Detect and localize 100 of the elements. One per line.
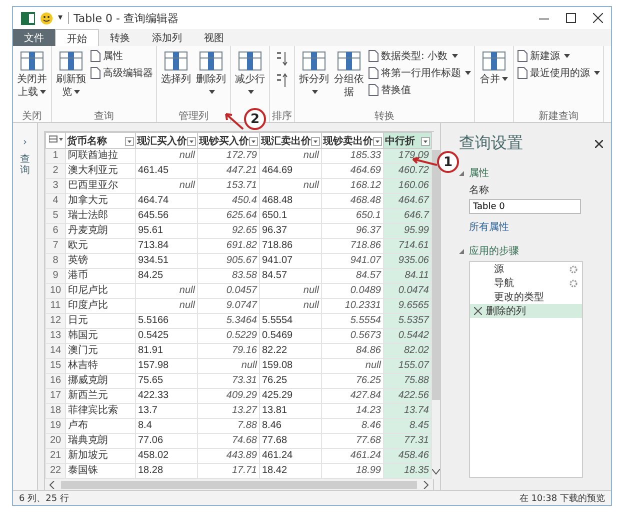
table-cell: 645.56 [136,208,198,224]
table-cell: 5.3464 [198,314,260,328]
step-item[interactable]: 导航 [470,276,582,290]
caret-icon [312,90,318,94]
filter-dropdown-icon[interactable] [125,136,134,146]
table-cell: 13.27 [198,404,260,418]
row-number: 9 [46,268,66,284]
table-cell: 96.37 [322,224,384,238]
table-cell: 5.5554 [322,314,384,328]
all-properties-link[interactable]: 所有属性 [469,220,603,234]
delete-icon[interactable] [474,307,482,315]
pane-title: 查询设置 [459,133,523,154]
table-cell: 713.84 [136,238,198,254]
maximize-icon[interactable] [566,13,576,23]
column-header[interactable]: 货币名称 [66,132,136,148]
table-cell: 9.0747 [198,298,260,314]
scroll-right-icon[interactable] [423,480,429,488]
table-column-icon [302,50,326,72]
ribbon-button[interactable]: 选择列 [159,49,193,88]
scroll-left-icon[interactable] [49,480,55,488]
filter-dropdown-icon[interactable] [421,136,430,146]
ribbon-button[interactable]: 属性 [89,49,154,63]
table-cell: 464.74 [136,194,198,208]
table-cell: 691.82 [198,238,260,254]
table-cell: 84.25 [136,268,198,284]
ribbon-button[interactable]: 分组依据 [332,49,366,100]
table-cell: 155.07 [384,358,432,374]
column-header[interactable]: 中行折 [384,132,432,148]
window-title: Table 0 - 查询编辑器 [74,10,178,26]
column-header[interactable]: 现汇卖出价 [260,132,322,148]
filter-dropdown-icon[interactable] [311,136,320,146]
filter-dropdown-icon[interactable] [187,136,196,146]
ribbon-tab[interactable]: 转换 [99,29,141,46]
row-number: 21 [46,448,66,464]
table-cell: 409.29 [198,388,260,404]
ribbon-button[interactable]: 减少行 [233,49,267,100]
row-number: 17 [46,388,66,404]
queries-pane[interactable]: › 查询 [13,123,38,490]
row-number: 12 [46,314,66,328]
row-number: 4 [46,194,66,208]
table-cell: 447.21 [198,164,260,178]
quick-access-caret[interactable]: ▾ [58,13,63,23]
table-cell: 10.2331 [322,298,384,314]
close-icon[interactable] [593,13,603,23]
table-cell: null [136,298,198,314]
ribbon-button[interactable]: 将第一行用作标题 [367,66,472,80]
ribbon-button[interactable]: 刷新预览 [54,49,88,100]
row-number: 13 [46,328,66,344]
step-item[interactable]: 更改的类型 [470,290,582,304]
ribbon-tab[interactable]: 开始 [55,29,99,46]
ribbon-button[interactable]: 合并 [477,49,511,88]
step-item[interactable]: 源 [470,262,582,276]
ribbon-tab[interactable]: 视图 [193,29,235,46]
filter-dropdown-icon[interactable] [373,136,382,146]
ribbon-tab[interactable]: 文件 [13,29,55,46]
table-cell: 挪威克朗 [66,374,136,388]
table-cell: null [198,358,260,374]
table-column-icon [20,50,44,72]
table-cell: 153.71 [198,178,260,194]
document-icon [90,67,101,79]
ribbon-button[interactable]: 新建源 [516,49,601,63]
table-cell: 650.1 [322,208,384,224]
ribbon-button[interactable]: 删除列 [194,49,228,100]
name-field[interactable]: Table 0 [469,199,581,214]
sort-descending-icon[interactable] [276,73,288,89]
table-cell: 澳门元 [66,344,136,358]
table-cell: 468.48 [260,194,322,208]
table-cell: 卢布 [66,418,136,434]
table-cell: 0.5229 [198,328,260,344]
smiley-icon[interactable] [40,12,53,24]
section-heading: 属性 [469,166,489,180]
row-number: 14 [46,344,66,358]
column-header[interactable]: 现钞卖出价 [322,132,384,148]
row-number: 18 [46,404,66,418]
ribbon-button[interactable]: 关闭并上载 [15,49,49,100]
scroll-down-icon[interactable] [432,469,440,475]
step-item[interactable]: 删除的列 [470,304,582,318]
table-cell: 印尼卢比 [66,284,136,298]
table-cell: 9.6565 [384,298,432,314]
filter-dropdown-icon[interactable] [249,136,258,146]
ribbon-button[interactable]: 高级编辑器 [89,66,154,80]
ribbon-tab[interactable]: 添加列 [141,29,193,46]
sort-ascending-icon[interactable] [276,51,288,67]
horizontal-scrollbar[interactable] [45,479,433,490]
table-menu-icon[interactable] [48,135,62,143]
ribbon-button[interactable]: 拆分列 [297,49,331,100]
table-cell: 丹麦克朗 [66,224,136,238]
ribbon-button[interactable]: 替换值 [367,83,472,97]
ribbon-button[interactable]: 数据类型: 小数 [367,49,472,63]
group-label: 转换 [374,110,396,122]
ribbon-button[interactable]: 最近使用的源 [516,66,601,80]
collapse-triangle-icon[interactable] [459,248,464,254]
table-cell: 450.4 [198,194,260,208]
caret-icon [564,54,570,58]
close-icon[interactable] [595,140,603,148]
table-cell: 5.5554 [260,314,322,328]
column-header[interactable]: 现钞买入价 [198,132,260,148]
collapse-triangle-icon[interactable] [459,170,464,176]
column-header[interactable]: 现汇买入价 [136,132,198,148]
table-cell: 8.45 [384,418,432,434]
